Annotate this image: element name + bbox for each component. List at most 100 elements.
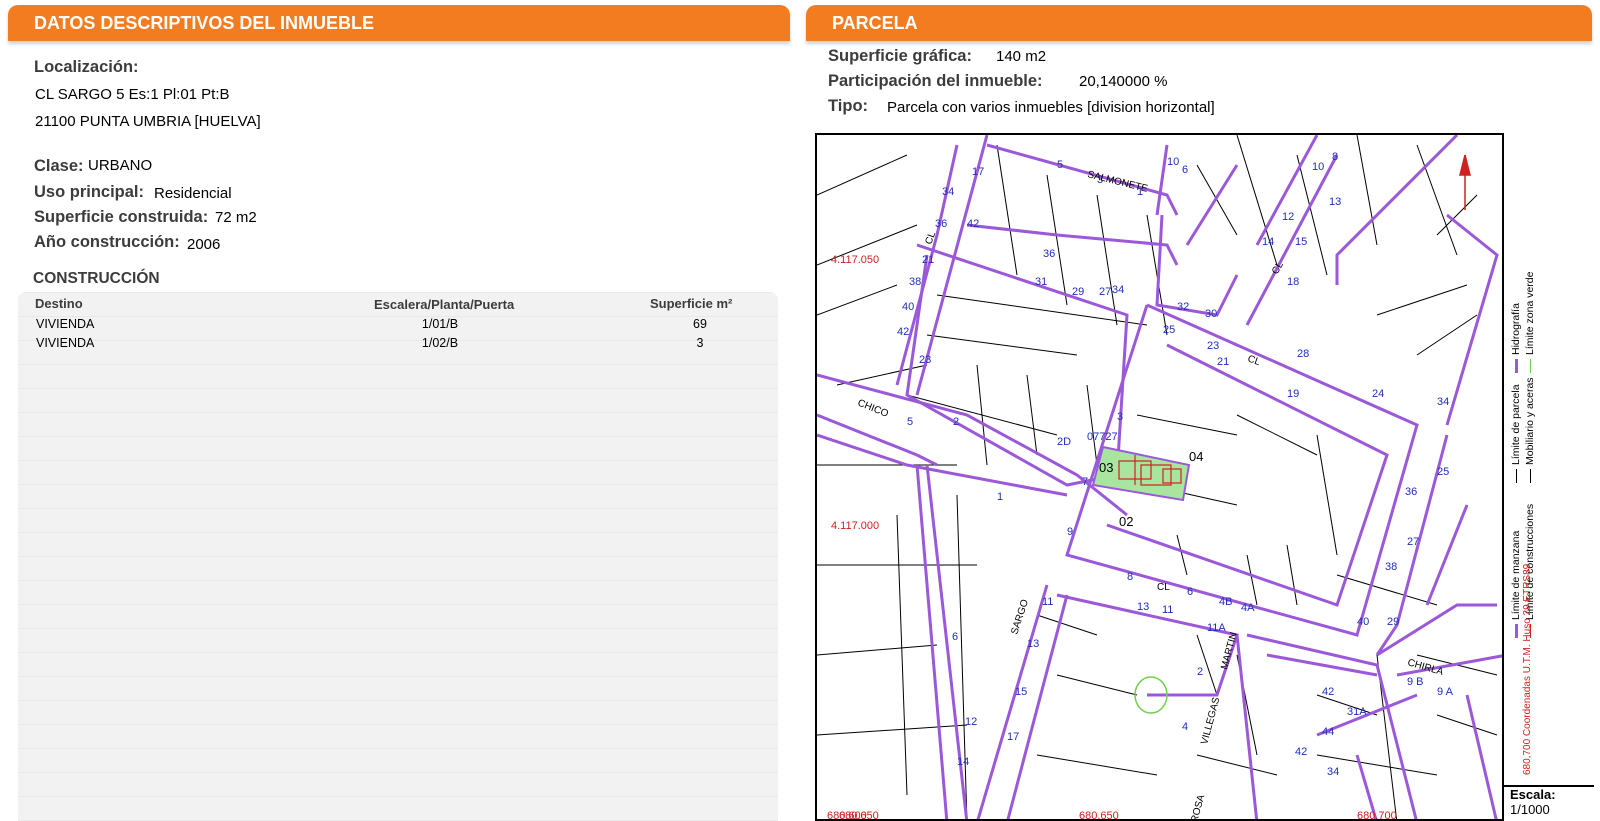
table-cell-escalera: 1/01/B [421,317,459,331]
svg-text:12: 12 [1282,211,1294,223]
svg-text:38: 38 [1385,561,1397,573]
svg-text:CHICO: CHICO [856,398,890,420]
svg-text:36: 36 [935,218,947,230]
map-legend: Límite de manzana Límite de construccion… [1502,133,1594,785]
svg-text:27: 27 [1407,536,1419,548]
svg-text:5: 5 [1057,159,1063,171]
svg-text:21: 21 [1217,356,1229,368]
svg-text:680.700: 680.700 [1357,810,1397,821]
svg-text:10: 10 [1312,161,1324,173]
svg-text:23: 23 [919,354,931,366]
svg-text:12: 12 [965,716,977,728]
svg-text:7: 7 [1082,476,1088,488]
svg-text:42: 42 [897,326,909,338]
svg-text:13: 13 [1137,601,1149,613]
svg-text:44: 44 [1322,726,1334,738]
construccion-title: CONSTRUCCIÓN [33,270,160,287]
anio-value: 2006 [187,236,221,253]
legend-zona-verde: Límite zona verde [1524,263,1536,373]
svg-text:4B: 4B [1219,596,1232,608]
legend-hidrografia: Hidrografía [1510,263,1522,373]
map-scale: Escala: 1/1000 [1502,785,1594,821]
section-header-datos: DATOS DESCRIPTIVOS DEL INMUEBLE [8,5,790,41]
cadastral-map[interactable]: 17 34 36 21 38 40 42 23 5 531 10 6 10 8 13 12 14 15… [815,133,1594,821]
svg-text:38: 38 [909,276,921,288]
svg-text:4.117.000: 4.117.000 [831,520,879,532]
svg-text:30: 30 [1205,308,1217,320]
tipo-value: Parcela con varios inmuebles [division h… [887,99,1215,116]
svg-text:SARGO: SARGO [1009,598,1031,636]
svg-text:29: 29 [1387,616,1399,628]
construccion-table [18,292,778,821]
address-line1: CL SARGO 5 Es:1 Pl:01 Pt:B [35,86,230,103]
svg-text:SALMONETE: SALMONETE [1086,169,1149,195]
svg-text:11: 11 [1042,596,1053,608]
svg-text:21: 21 [922,254,934,266]
table-header-escalera: Escalera/Planta/Puerta [374,297,515,312]
svg-text:34: 34 [942,186,954,198]
participacion-value: 20,140000 % [1079,73,1168,90]
svg-text:VILLEGAS: VILLEGAS [1199,696,1222,746]
svg-text:25: 25 [1163,324,1175,336]
svg-text:9 A: 9 A [1437,686,1454,698]
participacion-label: Participación del inmueble: [828,72,1043,90]
svg-text:4: 4 [1182,721,1188,733]
sup-grafica-label: Superficie gráfica: [828,47,972,65]
svg-text:680.650: 680.650 [1079,810,1119,821]
anio-label: Año construcción: [34,233,180,251]
superficie-value: 72 m2 [215,209,257,226]
svg-text:34: 34 [1437,396,1449,408]
svg-text:04: 04 [1189,449,1203,464]
svg-text:23: 23 [1207,340,1219,352]
address-line2: 21100 PUNTA UMBRIA [HUELVA] [35,113,261,130]
svg-text:2: 2 [953,416,959,428]
svg-text:40: 40 [902,301,914,313]
svg-text:17: 17 [972,166,984,178]
svg-text:32: 32 [1177,301,1189,313]
svg-text:11: 11 [1162,604,1173,616]
svg-text:680.650: 680.650 [839,810,879,821]
svg-text:14: 14 [1262,236,1274,248]
svg-text:2D: 2D [1057,436,1071,448]
svg-text:1: 1 [997,491,1003,503]
svg-text:3: 3 [1117,411,1123,423]
uso-value: Residencial [154,185,232,202]
svg-text:42: 42 [1295,746,1307,758]
coordinate-labels: 4.117.050 4.117.000 680.600 680.650 680.… [827,254,1397,821]
svg-text:ROSA: ROSA [1189,793,1207,821]
clase-label: Clase: [34,157,84,175]
svg-text:15: 15 [1295,236,1307,248]
tipo-label: Tipo: [828,97,869,115]
svg-text:34: 34 [1327,766,1339,778]
table-header-destino: Destino [35,296,83,311]
svg-text:15: 15 [1015,686,1027,698]
scale-label: Escala: [1510,787,1556,802]
table-header-superficie: Superficie m² [650,296,733,311]
svg-text:6: 6 [1182,164,1188,176]
table-cell-escalera: 1/02/B [421,336,459,350]
svg-text:34: 34 [1112,284,1124,296]
svg-text:5: 5 [907,416,913,428]
svg-text:31A: 31A [1347,706,1367,718]
uso-label: Uso principal: [34,183,145,201]
svg-text:17: 17 [1007,731,1019,743]
table-cell-destino: VIVIENDA [36,317,95,331]
svg-text:14: 14 [957,756,969,768]
clase-value: URBANO [88,157,153,174]
svg-text:9 B: 9 B [1407,676,1424,688]
svg-text:27: 27 [1099,286,1111,298]
superficie-label: Superficie construida: [34,208,209,226]
svg-text:11A: 11A [1207,622,1226,634]
svg-text:03: 03 [1099,460,1113,475]
svg-text:13: 13 [1027,638,1039,650]
svg-text:CL: CL [1157,582,1170,593]
localizacion-label: Localización: [34,58,139,76]
svg-text:10: 10 [1167,156,1179,168]
svg-text:13: 13 [1329,196,1341,208]
sup-grafica-value: 140 m2 [996,48,1047,65]
svg-text:31: 31 [1035,276,1047,288]
svg-text:24: 24 [1372,388,1384,400]
svg-text:9: 9 [1067,526,1073,538]
svg-text:42: 42 [967,218,979,230]
svg-text:29: 29 [1072,286,1084,298]
